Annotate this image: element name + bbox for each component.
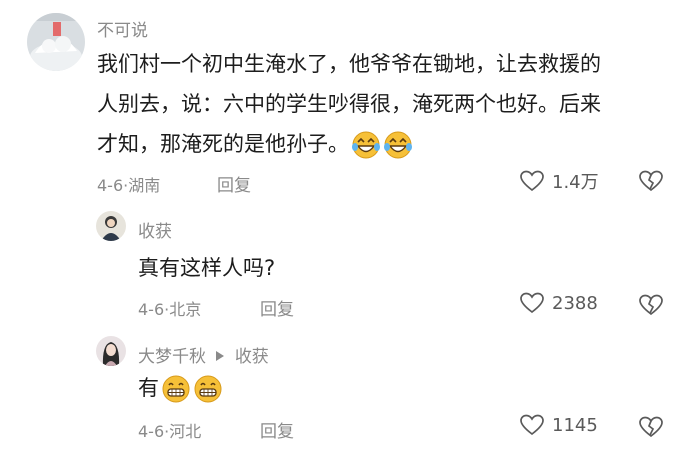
comment-location: 北京	[169, 300, 202, 319]
broken-heart-icon[interactable]	[639, 170, 663, 192]
comment-location: 河北	[169, 422, 202, 441]
heart-outline-icon	[520, 170, 544, 192]
like-count: 2388	[552, 292, 598, 314]
comment-username[interactable]: 大梦千秋	[138, 347, 206, 367]
heart-outline-icon	[520, 292, 544, 314]
comment-username[interactable]: 不可说	[97, 16, 148, 41]
avatar[interactable]	[96, 211, 126, 241]
reply-button[interactable]: 回复	[217, 171, 251, 196]
avatar[interactable]	[27, 13, 85, 71]
comment-text-segment: 有	[138, 376, 159, 400]
laughing-tears-emoji	[352, 131, 380, 159]
comment-username[interactable]: 收获	[138, 217, 172, 242]
comment-text-line: 我们村一个初中生淹水了，他爷爷在锄地，让去救援的	[97, 52, 601, 76]
comment-username-line: 大梦千秋 收获	[138, 342, 269, 367]
comment-text: 有	[138, 368, 223, 408]
like-button[interactable]: 2388	[520, 292, 598, 314]
laughing-tears-emoji	[384, 131, 412, 159]
comment-text-line: 才知，那淹死的是他孙子。	[97, 124, 672, 164]
avatar[interactable]	[96, 336, 126, 366]
like-count: 1.4万	[552, 172, 599, 193]
triangle-right-icon	[216, 351, 225, 361]
reply-button[interactable]: 回复	[260, 295, 294, 320]
comment-meta: 4-6·湖南	[97, 172, 160, 196]
comment-text-line: 人别去，说：六中的学生吵得很，淹死两个也好。后来	[97, 92, 601, 116]
comment-text: 真有这样人吗?	[138, 256, 276, 280]
broken-heart-icon[interactable]	[639, 416, 663, 438]
comment-date: 4-6	[97, 176, 124, 195]
like-button[interactable]: 1.4万	[520, 168, 599, 194]
comment-meta: 4-6·北京	[138, 296, 201, 320]
broken-heart-icon[interactable]	[639, 294, 663, 316]
heart-outline-icon	[520, 414, 544, 436]
reply-to-username[interactable]: 收获	[235, 347, 269, 367]
comment-location: 湖南	[128, 176, 161, 195]
comment-text: 我们村一个初中生淹水了，他爷爷在锄地，让去救援的 人别去，说：六中的学生吵得很，…	[97, 44, 672, 164]
grinning-emoji	[194, 375, 222, 403]
comment-meta: 4-6·河北	[138, 418, 201, 442]
grinning-emoji	[162, 375, 190, 403]
comment-text-segment: 才知，那淹死的是他孙子。	[97, 132, 349, 156]
avatar-image	[96, 211, 126, 241]
comment-date: 4-6	[138, 300, 165, 319]
reply-button[interactable]: 回复	[260, 417, 294, 442]
like-count: 1145	[552, 414, 598, 436]
comment-date: 4-6	[138, 422, 165, 441]
avatar-image	[27, 13, 85, 71]
avatar-image	[96, 336, 126, 366]
like-button[interactable]: 1145	[520, 414, 598, 436]
